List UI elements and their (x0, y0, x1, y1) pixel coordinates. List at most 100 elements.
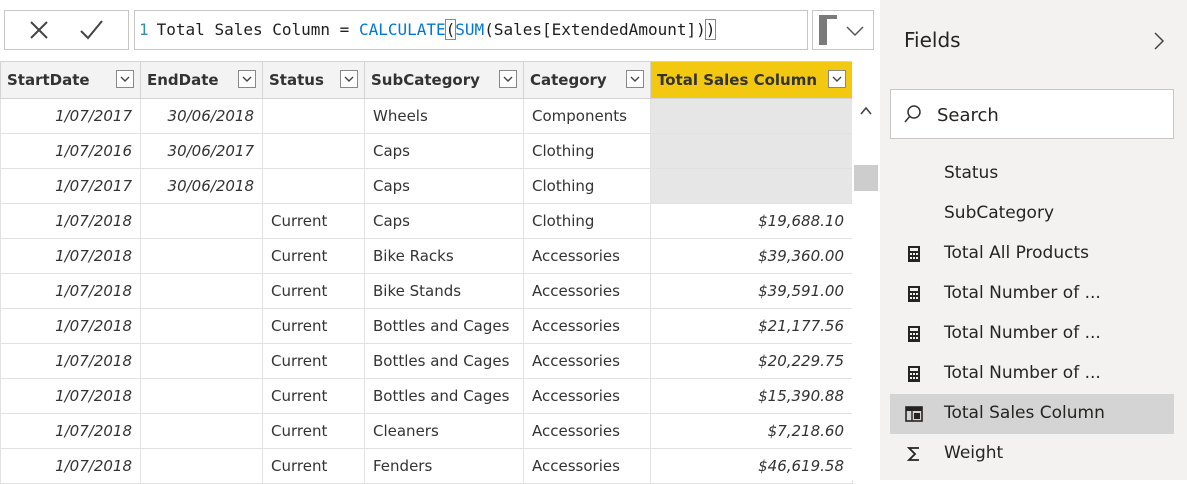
start-date-cell[interactable]: 1/07/2018 (0, 378, 141, 414)
table-row[interactable]: 1/07/2018 Current Bike Stands Accessories $3… (0, 273, 853, 309)
start-date-cell[interactable]: 1/07/2017 (0, 168, 141, 204)
field-item[interactable]: Status (890, 154, 1174, 194)
category-cell[interactable]: Accessories (523, 308, 651, 344)
column-filter-dropdown[interactable] (499, 70, 517, 88)
start-date-cell[interactable]: 1/07/2017 (0, 98, 141, 134)
table-row[interactable]: 1/07/2018 Current Caps Clothing $19,688.10 (0, 203, 853, 239)
category-cell[interactable]: Accessories (523, 413, 651, 449)
column-header[interactable]: Total Sales Column (650, 61, 853, 99)
table-row[interactable]: 1/07/2018 Current Bottles and Cages Accesso… (0, 308, 853, 344)
category-cell[interactable]: Accessories (523, 448, 651, 484)
column-header[interactable]: Category (523, 61, 651, 99)
start-date-cell[interactable]: 1/07/2018 (0, 273, 141, 309)
start-date-cell[interactable]: 1/07/2018 (0, 203, 141, 239)
scrollbar-thumb[interactable] (854, 165, 878, 191)
subcategory-cell[interactable]: Fenders (364, 448, 524, 484)
start-date-cell[interactable]: 1/07/2018 (0, 238, 141, 274)
start-date-cell[interactable]: 1/07/2016 (0, 133, 141, 169)
category-cell[interactable]: Clothing (523, 168, 651, 204)
subcategory-cell[interactable]: Bike Racks (364, 238, 524, 274)
subcategory-cell[interactable]: Bottles and Cages (364, 378, 524, 414)
subcategory-cell[interactable]: Bottles and Cages (364, 343, 524, 379)
column-filter-dropdown[interactable] (116, 70, 134, 88)
table-row[interactable]: 1/07/2017 30/06/2018 Caps Clothing (0, 168, 853, 204)
total-sales-cell[interactable]: $21,177.56 (650, 308, 853, 344)
end-date-cell[interactable] (140, 413, 263, 449)
subcategory-cell[interactable]: Caps (364, 133, 524, 169)
total-sales-cell[interactable]: $39,591.00 (650, 273, 853, 309)
table-row[interactable]: 1/07/2018 Current Cleaners Accessories $7,21… (0, 413, 853, 449)
end-date-cell[interactable]: 30/06/2017 (140, 133, 263, 169)
column-filter-dropdown[interactable] (340, 70, 358, 88)
category-cell[interactable]: Components (523, 98, 651, 134)
subcategory-cell[interactable]: Caps (364, 203, 524, 239)
field-item[interactable]: Total All Products (890, 234, 1174, 274)
end-date-cell[interactable] (140, 448, 263, 484)
status-cell[interactable] (262, 98, 365, 134)
column-filter-dropdown[interactable] (626, 70, 644, 88)
table-row[interactable]: 1/07/2018 Current Fenders Accessories $46,61… (0, 448, 853, 484)
chevron-right-icon[interactable] (1148, 30, 1170, 52)
field-item[interactable]: Weight (890, 434, 1174, 474)
subcategory-cell[interactable]: Bike Stands (364, 273, 524, 309)
end-date-cell[interactable] (140, 308, 263, 344)
column-filter-dropdown[interactable] (828, 70, 846, 88)
field-item[interactable]: Total Number of ... (890, 314, 1174, 354)
end-date-cell[interactable] (140, 273, 263, 309)
field-item[interactable]: Total Number of ... (890, 354, 1174, 394)
end-date-cell[interactable] (140, 343, 263, 379)
status-cell[interactable]: Current (262, 238, 365, 274)
category-cell[interactable]: Accessories (523, 238, 651, 274)
search-input[interactable] (935, 100, 1159, 130)
column-header[interactable]: StartDate (0, 61, 141, 99)
end-date-cell[interactable]: 30/06/2018 (140, 98, 263, 134)
total-sales-cell[interactable]: $15,390.88 (650, 378, 853, 414)
total-sales-cell[interactable]: $7,218.60 (650, 413, 853, 449)
status-cell[interactable]: Current (262, 273, 365, 309)
end-date-cell[interactable] (140, 203, 263, 239)
start-date-cell[interactable]: 1/07/2018 (0, 308, 141, 344)
total-sales-cell[interactable] (650, 133, 853, 169)
field-item[interactable]: SubCategory (890, 194, 1174, 234)
column-filter-dropdown[interactable] (238, 70, 256, 88)
formula-input[interactable]: 1 Total Sales Column = CALCULATE(SUM(Sale… (134, 10, 808, 50)
category-cell[interactable]: Accessories (523, 273, 651, 309)
category-cell[interactable]: Clothing (523, 133, 651, 169)
table-row[interactable]: 1/07/2018 Current Bottles and Cages Accesso… (0, 343, 853, 379)
total-sales-cell[interactable]: $20,229.75 (650, 343, 853, 379)
subcategory-cell[interactable]: Wheels (364, 98, 524, 134)
category-cell[interactable]: Clothing (523, 203, 651, 239)
subcategory-cell[interactable]: Cleaners (364, 413, 524, 449)
cancel-formula-button[interactable] (25, 16, 53, 44)
total-sales-cell[interactable]: $46,619.58 (650, 448, 853, 484)
column-header[interactable]: SubCategory (364, 61, 524, 99)
status-cell[interactable] (262, 133, 365, 169)
table-row[interactable]: 1/07/2018 Current Bottles and Cages Accesso… (0, 378, 853, 414)
table-row[interactable]: 1/07/2018 Current Bike Racks Accessories $39… (0, 238, 853, 274)
status-cell[interactable]: Current (262, 343, 365, 379)
total-sales-cell[interactable] (650, 168, 853, 204)
commit-formula-button[interactable] (77, 16, 105, 44)
subcategory-cell[interactable]: Bottles and Cages (364, 308, 524, 344)
scroll-up-icon[interactable] (858, 103, 874, 119)
total-sales-cell[interactable]: $19,688.10 (650, 203, 853, 239)
category-cell[interactable]: Accessories (523, 343, 651, 379)
end-date-cell[interactable]: 30/06/2018 (140, 168, 263, 204)
vertical-scrollbar[interactable] (852, 61, 880, 480)
subcategory-cell[interactable]: Caps (364, 168, 524, 204)
status-cell[interactable]: Current (262, 448, 365, 484)
total-sales-cell[interactable] (650, 98, 853, 134)
status-cell[interactable]: Current (262, 308, 365, 344)
start-date-cell[interactable]: 1/07/2018 (0, 343, 141, 379)
column-header[interactable]: Status (262, 61, 365, 99)
status-cell[interactable]: Current (262, 413, 365, 449)
end-date-cell[interactable] (140, 238, 263, 274)
status-cell[interactable]: Current (262, 378, 365, 414)
column-header[interactable]: EndDate (140, 61, 263, 99)
table-row[interactable]: 1/07/2016 30/06/2017 Caps Clothing (0, 133, 853, 169)
total-sales-cell[interactable]: $39,360.00 (650, 238, 853, 274)
status-cell[interactable] (262, 168, 365, 204)
expand-formula-button[interactable] (812, 10, 874, 50)
end-date-cell[interactable] (140, 378, 263, 414)
start-date-cell[interactable]: 1/07/2018 (0, 448, 141, 484)
